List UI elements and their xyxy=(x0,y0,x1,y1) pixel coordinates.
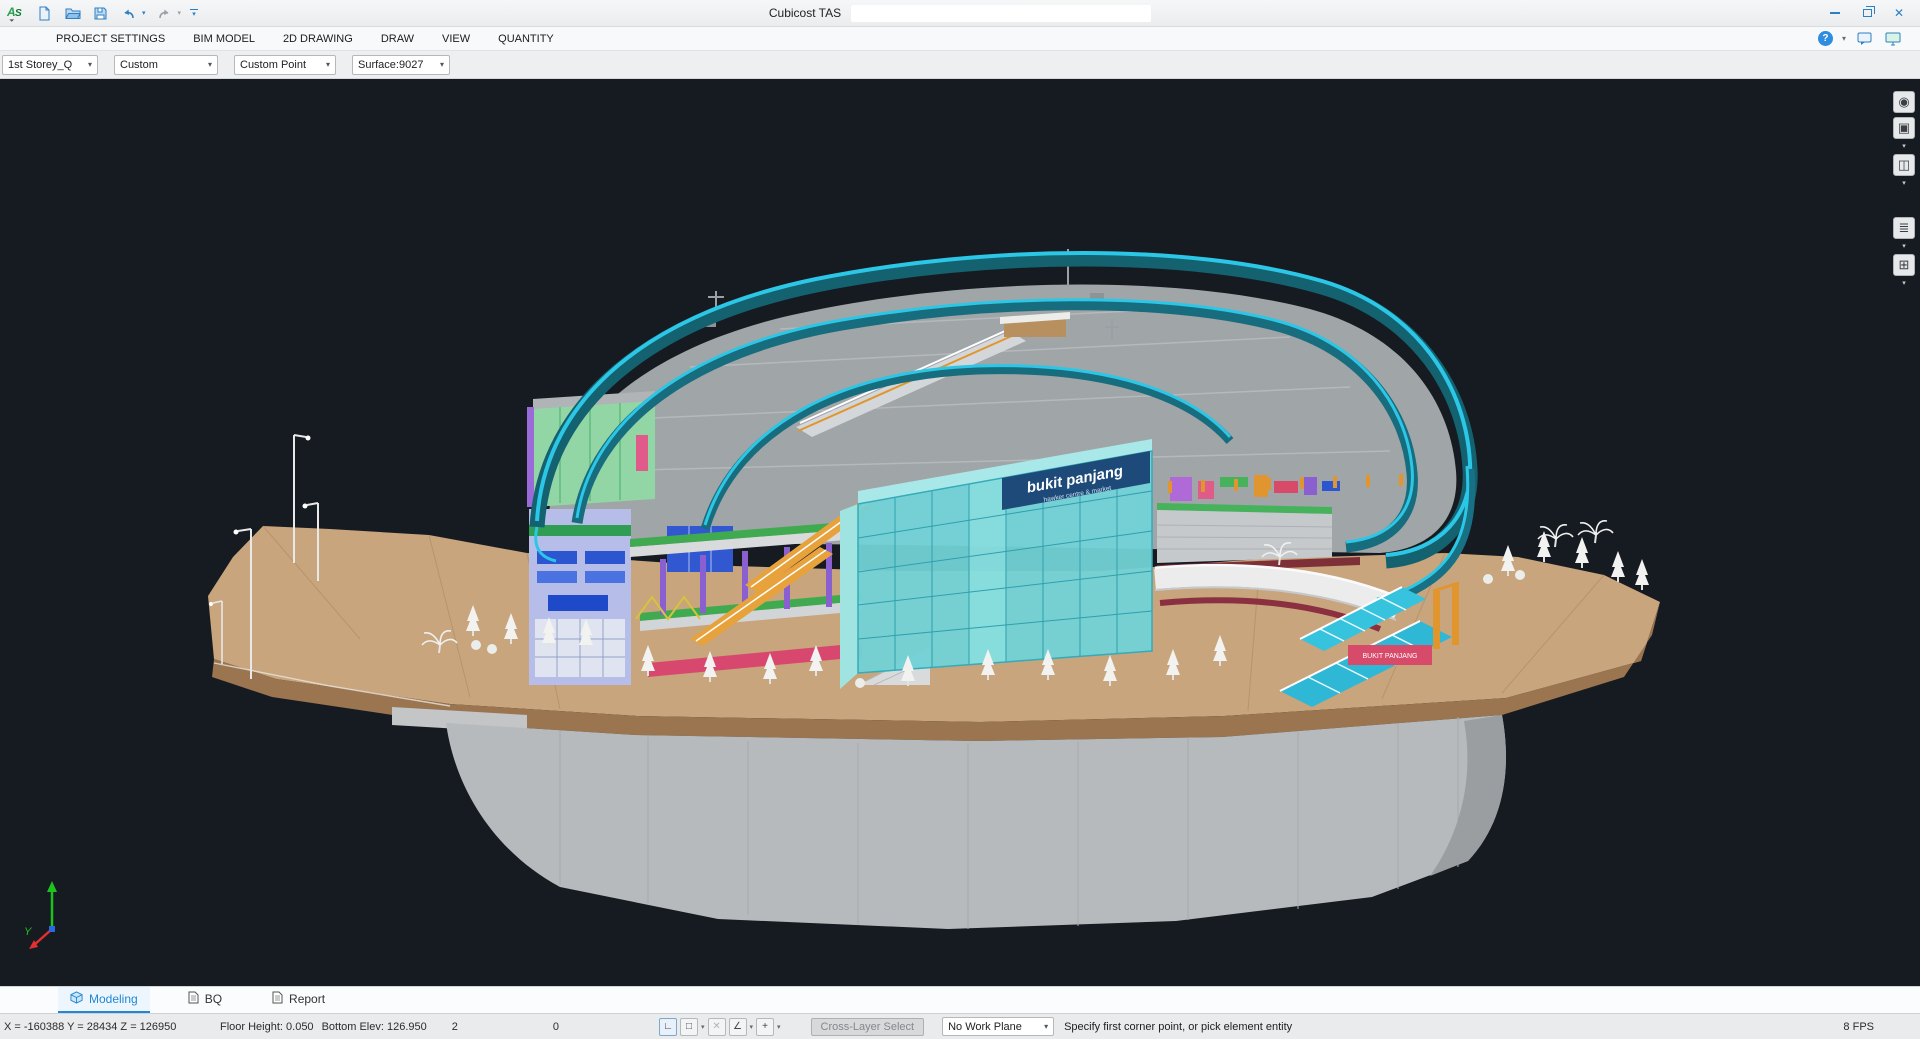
menubar: PROJECT SETTINGS BIM MODEL 2D DRAWING DR… xyxy=(0,27,1920,51)
new-file-icon[interactable] xyxy=(35,4,54,23)
element-table-icon: ⊞ xyxy=(1899,257,1910,273)
point-snap-icon: + xyxy=(762,1021,768,1032)
report-doc-icon xyxy=(272,991,283,1007)
titlebar: A S ▾ ▾ ▾ Cubi xyxy=(0,0,1920,27)
tool-options-bar: 1st Storey_Q▾ Custom▾ Custom Point▾ Surf… xyxy=(0,51,1920,79)
grid-icon: □ xyxy=(686,1021,692,1032)
angle-snap-dropdown-icon[interactable]: ▾ xyxy=(750,1023,754,1031)
tab-bq[interactable]: BQ xyxy=(176,987,234,1013)
view-cube-button[interactable]: ▣ xyxy=(1893,117,1915,139)
menu-quantity[interactable]: QUANTITY xyxy=(498,33,554,45)
help-dropdown-icon[interactable]: ▾ xyxy=(1842,34,1846,43)
window-title: Cubicost TAS xyxy=(769,6,841,20)
svg-text:S: S xyxy=(15,8,22,19)
undo-dropdown-icon[interactable]: ▾ xyxy=(142,9,146,17)
undo-icon[interactable] xyxy=(119,4,138,23)
surface-select[interactable]: Surface:9027▾ xyxy=(352,55,450,75)
snap-toggles: ∟ □ ▾ ✕ ∠ ▾ + ▾ xyxy=(659,1018,781,1036)
menu-project-settings[interactable]: PROJECT SETTINGS xyxy=(56,33,165,45)
feedback-icon[interactable] xyxy=(1855,29,1874,48)
count-a: 2 xyxy=(452,1021,458,1033)
open-folder-icon[interactable] xyxy=(63,4,82,23)
menu-view[interactable]: VIEW xyxy=(442,33,470,45)
customize-toolbar-icon[interactable]: ▾ xyxy=(190,9,198,17)
custom-point-select[interactable]: Custom Point▾ xyxy=(234,55,336,75)
model-canvas[interactable]: bukit panjang hawker centre & market xyxy=(0,79,1920,986)
point-snap-dropdown-icon[interactable]: ▾ xyxy=(777,1023,781,1031)
element-table-button[interactable]: ⊞ xyxy=(1893,254,1915,276)
viewport: bukit panjang hawker centre & market xyxy=(0,79,1920,986)
grid-toggle[interactable]: □ xyxy=(680,1018,698,1036)
work-plane-select[interactable]: No Work Plane▾ xyxy=(942,1017,1054,1036)
statusbar: X = -160388 Y = 28434 Z = 126950 Floor H… xyxy=(0,1013,1920,1039)
menu-2d-drawing[interactable]: 2D DRAWING xyxy=(283,33,353,45)
orbit-view-button[interactable]: ◉ xyxy=(1893,91,1915,113)
storey-select[interactable]: 1st Storey_Q▾ xyxy=(2,55,98,75)
bq-doc-icon xyxy=(188,991,199,1007)
layers-icon: ≣ xyxy=(1899,220,1910,236)
orbit-icon: ◉ xyxy=(1898,94,1909,110)
titlebar-field[interactable] xyxy=(851,5,1151,22)
fps-counter: 8 FPS xyxy=(1843,1021,1874,1033)
view-tools: ◉ ▣ ▾ ◫ ▾ ≣ ▾ ⊞ ▾ xyxy=(1893,91,1915,287)
point-snap-toggle[interactable]: + xyxy=(756,1018,774,1036)
display-style-dropdown-icon[interactable]: ▾ xyxy=(1902,180,1906,187)
restore-button[interactable] xyxy=(1852,3,1882,24)
app-logo[interactable]: A S xyxy=(7,4,26,23)
minimize-button[interactable] xyxy=(1820,3,1850,24)
view-cube-dropdown-icon[interactable]: ▾ xyxy=(1902,143,1906,150)
ortho-icon: ∟ xyxy=(663,1021,673,1032)
snap-off-toggle[interactable]: ✕ xyxy=(708,1018,726,1036)
axis-gizmo: Y xyxy=(24,881,57,949)
display-style-icon: ◫ xyxy=(1898,157,1910,173)
angle-snap-icon: ∠ xyxy=(733,1021,742,1032)
modeling-cube-icon xyxy=(70,991,83,1007)
entrance-sign-text: BUKIT PANJANG xyxy=(1363,653,1418,660)
save-icon[interactable] xyxy=(91,4,110,23)
grid-dropdown-icon[interactable]: ▾ xyxy=(701,1023,705,1031)
cursor-coordinates: X = -160388 Y = 28434 Z = 126950 xyxy=(4,1021,204,1033)
layers-button[interactable]: ≣ xyxy=(1893,217,1915,239)
command-prompt: Specify first corner point, or pick elem… xyxy=(1064,1021,1292,1033)
help-icon[interactable]: ? xyxy=(1818,31,1833,46)
workspace-tabs: Modeling BQ Report xyxy=(0,986,1920,1013)
display-style-button[interactable]: ◫ xyxy=(1893,154,1915,176)
cross-layer-select-button[interactable]: Cross-Layer Select xyxy=(811,1018,925,1036)
floor-height: Floor Height: 0.050 xyxy=(220,1021,314,1033)
axis-y-label: Y xyxy=(24,926,32,938)
close-button[interactable]: ✕ xyxy=(1884,3,1914,24)
ortho-toggle[interactable]: ∟ xyxy=(659,1018,677,1036)
tab-modeling[interactable]: Modeling xyxy=(58,987,150,1013)
bottom-elevation: Bottom Elev: 126.950 xyxy=(322,1021,427,1033)
redo-icon[interactable] xyxy=(155,4,174,23)
snap-off-icon: ✕ xyxy=(712,1021,720,1032)
angle-snap-toggle[interactable]: ∠ xyxy=(729,1018,747,1036)
view-cube-icon: ▣ xyxy=(1898,120,1910,136)
count-b: 0 xyxy=(553,1021,559,1033)
remote-assist-icon[interactable] xyxy=(1883,29,1902,48)
layers-dropdown-icon[interactable]: ▾ xyxy=(1902,243,1906,250)
element-table-dropdown-icon[interactable]: ▾ xyxy=(1902,280,1906,287)
entrance-sign: BUKIT PANJANG xyxy=(1348,645,1432,665)
menu-bim-model[interactable]: BIM MODEL xyxy=(193,33,255,45)
redo-dropdown-icon[interactable]: ▾ xyxy=(178,9,182,17)
tab-report[interactable]: Report xyxy=(260,987,337,1013)
custom-select[interactable]: Custom▾ xyxy=(114,55,218,75)
menu-draw[interactable]: DRAW xyxy=(381,33,414,45)
app-window: A S ▾ ▾ ▾ Cubi xyxy=(0,0,1920,1039)
